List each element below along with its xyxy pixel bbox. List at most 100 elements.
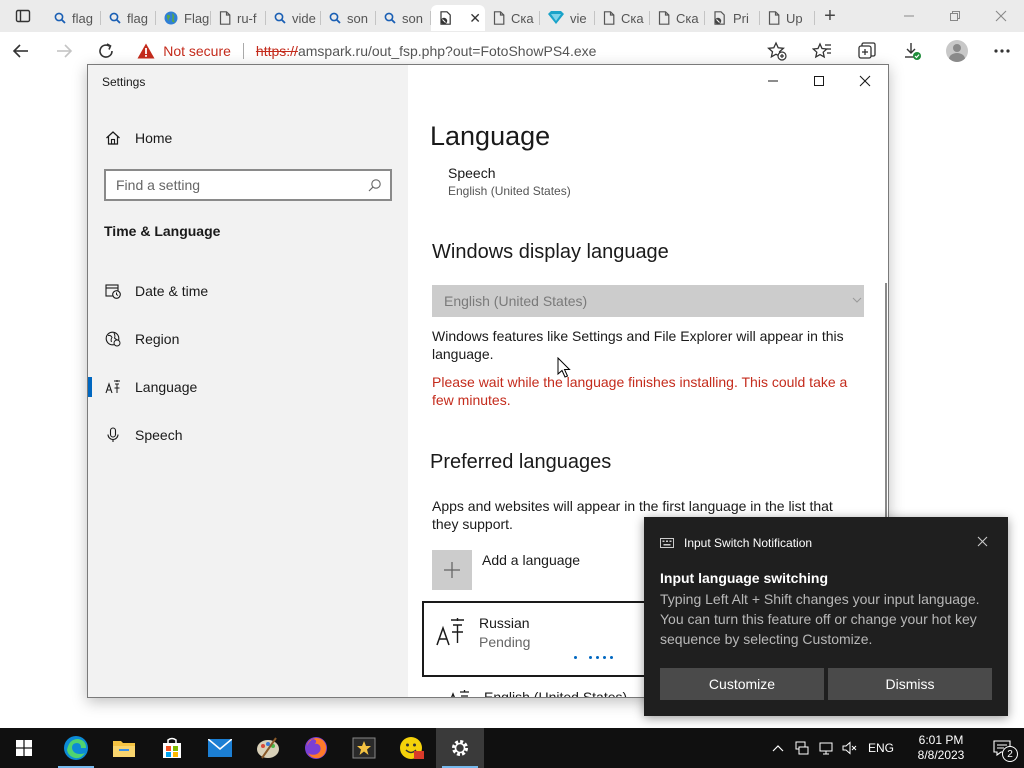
browser-tab[interactable]: flag bbox=[101, 5, 156, 31]
taskbar-edge[interactable] bbox=[52, 728, 100, 768]
page-title: Language bbox=[430, 121, 551, 151]
tab-title: Flag bbox=[184, 10, 210, 26]
browser-tab[interactable]: Pri bbox=[705, 5, 760, 31]
restore-button[interactable] bbox=[932, 0, 978, 32]
globe-icon bbox=[105, 331, 121, 347]
taskbar-clock[interactable]: 6:01 PM 8/8/2023 bbox=[902, 733, 980, 763]
start-button[interactable] bbox=[0, 728, 48, 768]
notification-title: Input language switching bbox=[660, 570, 828, 586]
settings-search-input[interactable] bbox=[116, 177, 356, 193]
browser-tab-active[interactable]: ✕ bbox=[431, 5, 485, 31]
minimize-icon bbox=[904, 15, 914, 17]
tab-title: flag bbox=[72, 10, 93, 26]
address-bar[interactable]: Not secure https:// amspark.ru/out_fsp.p… bbox=[137, 36, 754, 66]
browser-tab[interactable]: Flag bbox=[156, 5, 211, 31]
browser-tab[interactable]: son bbox=[321, 5, 376, 31]
browser-tab[interactable]: Ска bbox=[650, 5, 705, 31]
action-center-button[interactable]: 2 bbox=[980, 728, 1024, 768]
close-icon bbox=[859, 75, 871, 87]
search-icon bbox=[329, 12, 341, 24]
dismiss-button[interactable]: Dismiss bbox=[828, 668, 992, 700]
close-button[interactable] bbox=[842, 65, 888, 97]
minimize-button[interactable] bbox=[886, 0, 932, 32]
taskbar-movie-app[interactable] bbox=[340, 728, 388, 768]
collections-icon bbox=[857, 42, 876, 59]
warning-icon bbox=[137, 43, 155, 59]
browser-tab[interactable]: Ска bbox=[595, 5, 650, 31]
language-item-english[interactable]: English (United States) bbox=[448, 689, 627, 697]
edge-icon bbox=[64, 736, 88, 760]
browser-tab[interactable]: Up bbox=[760, 5, 815, 31]
tray-network-button[interactable] bbox=[790, 728, 814, 768]
tab-actions-button[interactable] bbox=[0, 0, 46, 32]
sidebar-item-speech[interactable]: Speech bbox=[88, 415, 408, 455]
close-icon[interactable] bbox=[977, 536, 988, 547]
speech-label: Speech bbox=[448, 165, 496, 181]
clock-time: 6:01 PM bbox=[918, 733, 964, 747]
browser-tab[interactable]: son bbox=[376, 5, 431, 31]
restore-icon bbox=[950, 11, 960, 21]
sidebar-item-date-time[interactable]: Date & time bbox=[88, 271, 408, 311]
downloads-button[interactable] bbox=[889, 32, 934, 70]
url-scheme: https:// bbox=[255, 43, 298, 59]
add-language-button[interactable]: Add a language bbox=[432, 550, 580, 590]
taskbar-settings[interactable] bbox=[436, 728, 484, 768]
taskbar-firefox[interactable] bbox=[292, 728, 340, 768]
tray-display-button[interactable] bbox=[814, 728, 838, 768]
tab-title: ru-f bbox=[237, 10, 257, 26]
sidebar-item-home[interactable]: Home bbox=[88, 118, 408, 158]
taskbar-store[interactable] bbox=[148, 728, 196, 768]
back-button[interactable] bbox=[0, 32, 42, 70]
speech-setting-link[interactable]: Speech English (United States) bbox=[448, 165, 571, 198]
new-tab-button[interactable]: + bbox=[815, 0, 845, 32]
browser-tab[interactable]: vide bbox=[266, 5, 321, 31]
mouse-cursor-icon bbox=[557, 357, 571, 378]
chevron-up-icon bbox=[772, 745, 784, 752]
arrow-left-icon bbox=[13, 44, 29, 58]
chevron-down-icon bbox=[852, 297, 862, 303]
favorites-icon bbox=[811, 42, 831, 59]
tab-title: Pri bbox=[733, 10, 749, 26]
browser-tab[interactable]: vie bbox=[540, 5, 595, 31]
taskbar-photo-app[interactable] bbox=[388, 728, 436, 768]
customize-button[interactable]: Customize bbox=[660, 668, 824, 700]
input-language-indicator[interactable]: ENG bbox=[868, 741, 894, 755]
diamond-icon bbox=[548, 11, 564, 24]
sidebar-item-region[interactable]: Region bbox=[88, 319, 408, 359]
sidebar-item-label: Language bbox=[135, 379, 198, 395]
taskbar-mail[interactable] bbox=[196, 728, 244, 768]
taskbar-paint-app[interactable] bbox=[244, 728, 292, 768]
display-language-description: Windows features like Settings and File … bbox=[432, 328, 844, 362]
smiley-icon bbox=[400, 737, 424, 759]
plus-icon: + bbox=[824, 4, 836, 27]
security-status[interactable]: Not secure bbox=[163, 43, 231, 59]
tab-title: vide bbox=[292, 10, 316, 26]
display-language-dropdown[interactable]: English (United States) bbox=[432, 285, 864, 317]
sidebar-item-label: Region bbox=[135, 331, 180, 347]
windows-taskbar: ENG 6:01 PM 8/8/2023 2 bbox=[0, 728, 1024, 768]
section-heading: Time & Language bbox=[104, 223, 221, 239]
profile-button[interactable] bbox=[934, 32, 979, 70]
settings-search-box[interactable] bbox=[104, 169, 392, 201]
window-title: Settings bbox=[102, 75, 146, 89]
tab-title: son bbox=[402, 10, 423, 26]
taskbar-file-explorer[interactable] bbox=[100, 728, 148, 768]
show-hidden-icons-button[interactable] bbox=[766, 728, 790, 768]
network-icon bbox=[795, 741, 809, 755]
maximize-button[interactable] bbox=[796, 65, 842, 97]
tab-close-icon[interactable]: ✕ bbox=[469, 10, 481, 27]
tray-volume-button[interactable] bbox=[838, 728, 862, 768]
forward-button[interactable] bbox=[42, 32, 84, 70]
sidebar-item-language[interactable]: Language bbox=[88, 367, 408, 407]
browser-tab[interactable]: flag bbox=[46, 5, 101, 31]
search-icon bbox=[109, 12, 121, 24]
browser-tab[interactable]: Ска bbox=[485, 5, 540, 31]
notification-count-badge: 2 bbox=[1002, 746, 1018, 762]
download-icon bbox=[904, 43, 921, 60]
close-button[interactable] bbox=[978, 0, 1024, 32]
notification-header: Input Switch Notification bbox=[660, 536, 812, 550]
more-options-button[interactable] bbox=[979, 32, 1024, 70]
blocked-page-icon bbox=[440, 11, 451, 25]
browser-tab[interactable]: ru-f bbox=[211, 5, 266, 31]
minimize-button[interactable] bbox=[750, 65, 796, 97]
